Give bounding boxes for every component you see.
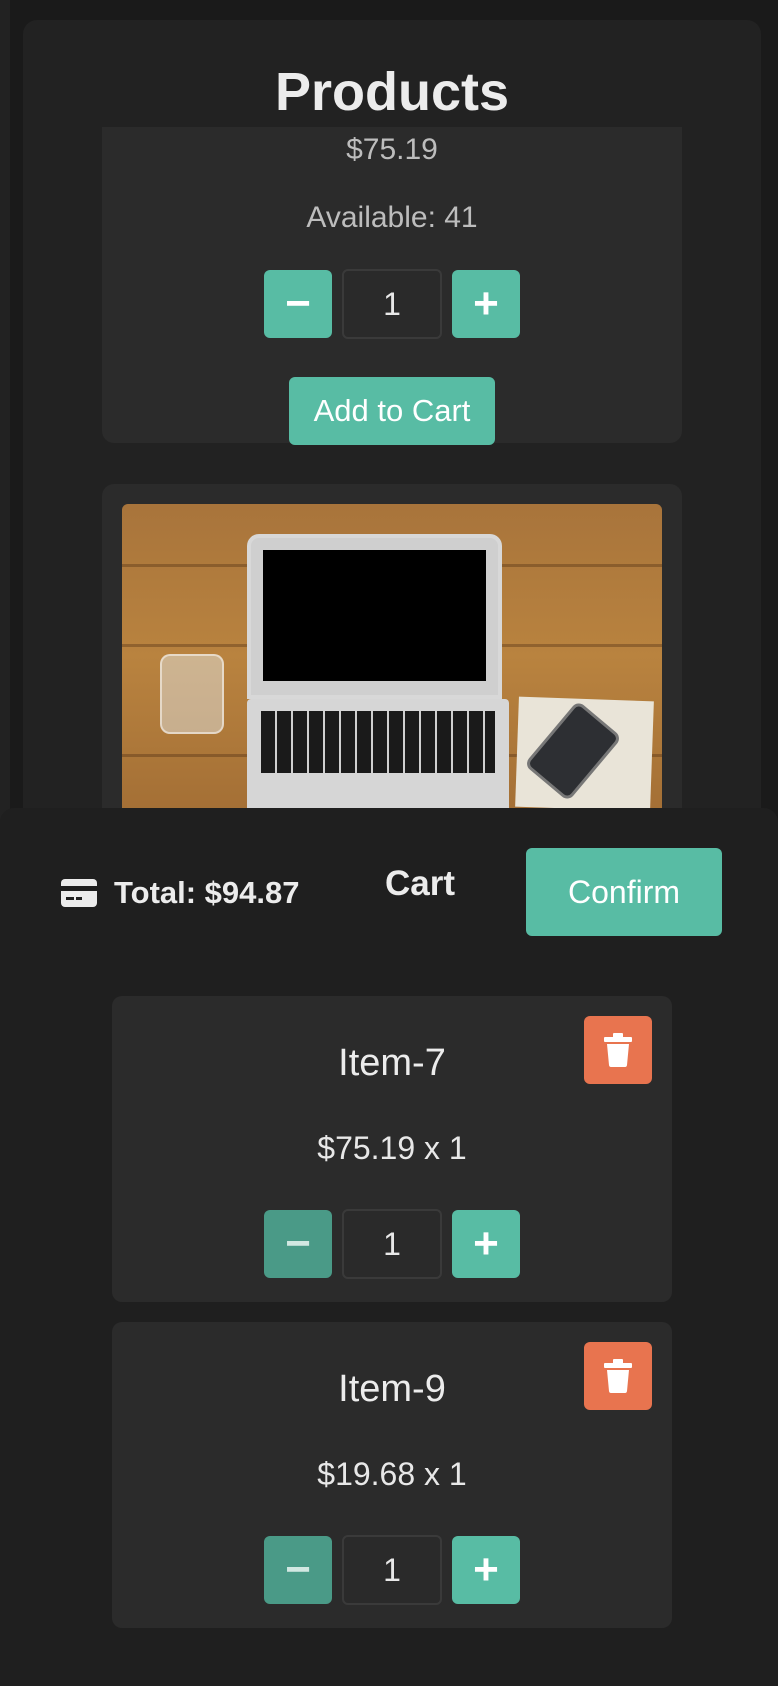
quantity-stepper: − 1 + — [264, 269, 520, 339]
credit-card-icon — [61, 879, 97, 907]
increment-button[interactable]: + — [452, 270, 520, 338]
trash-icon — [604, 1359, 632, 1393]
page-title: Products — [274, 62, 510, 122]
minus-icon: − — [285, 1545, 311, 1594]
product-price: $75.19 — [346, 133, 438, 166]
plus-icon: + — [473, 1219, 499, 1268]
plus-icon: + — [473, 1545, 499, 1594]
minus-icon: − — [285, 279, 311, 328]
quantity-input[interactable]: 1 — [342, 269, 442, 339]
cart-total: Total: $94.87 — [60, 875, 300, 911]
trash-icon — [604, 1033, 632, 1067]
increment-button[interactable]: + — [452, 1210, 520, 1278]
laptop-keyboard — [247, 699, 509, 819]
cart-item-price: $19.68 x 1 — [317, 1456, 467, 1492]
cart-title: Cart — [385, 864, 456, 903]
quantity-stepper: − 1 + — [264, 1535, 520, 1605]
quantity-input[interactable]: 1 — [342, 1209, 442, 1279]
quantity-input[interactable]: 1 — [342, 1535, 442, 1605]
cart-item-price: $75.19 x 1 — [317, 1130, 467, 1166]
product-availability: Available: 41 — [306, 201, 478, 234]
minus-icon: − — [285, 1219, 311, 1268]
cart-item: Item-9 $19.68 x 1 − 1 + — [112, 1322, 672, 1628]
glass-illustration — [160, 654, 224, 734]
plus-icon: + — [473, 279, 499, 328]
increment-button[interactable]: + — [452, 1536, 520, 1604]
decrement-button[interactable]: − — [264, 1210, 332, 1278]
cart-panel: Total: $94.87 Cart Confirm Item-7 $75.19… — [0, 808, 778, 1686]
remove-item-button[interactable] — [584, 1342, 652, 1410]
product-card: $75.19 Available: 41 − 1 + Add to Cart — [102, 127, 682, 445]
add-to-cart-button[interactable]: Add to Cart — [289, 377, 495, 445]
decrement-button[interactable]: − — [264, 1536, 332, 1604]
cart-item: Item-7 $75.19 x 1 − 1 + — [112, 996, 672, 1302]
confirm-button[interactable]: Confirm — [526, 848, 722, 936]
decrement-button[interactable]: − — [264, 270, 332, 338]
total-label: Total: $94.87 — [114, 875, 300, 910]
laptop-illustration — [247, 534, 502, 699]
cart-header: Total: $94.87 Cart Confirm — [0, 808, 778, 958]
quantity-stepper: − 1 + — [264, 1209, 520, 1279]
remove-item-button[interactable] — [584, 1016, 652, 1084]
